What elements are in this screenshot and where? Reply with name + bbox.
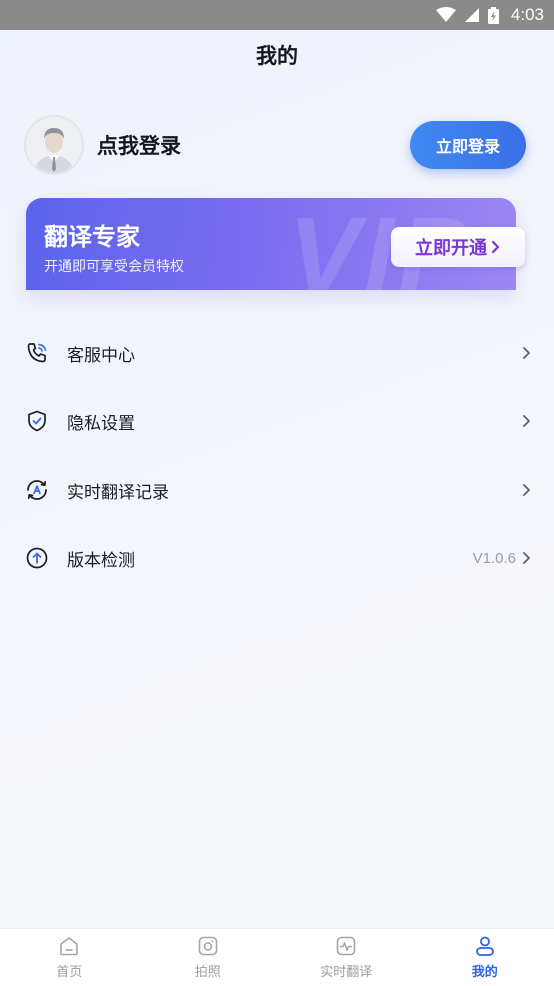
tab-home[interactable]: 首页 xyxy=(0,929,139,986)
user-icon xyxy=(475,936,494,956)
tab-mine[interactable]: 我的 xyxy=(416,929,554,986)
vip-open-label: 立即开通 xyxy=(415,238,487,258)
menu-item-label: 版本检测 xyxy=(67,550,135,571)
tab-label: 拍照 xyxy=(194,965,221,980)
chevron-right-icon xyxy=(491,240,500,254)
battery-icon xyxy=(487,6,499,24)
status-bar: 4:03 xyxy=(0,0,554,30)
vip-subtitle: 开通即可享受会员特权 xyxy=(44,259,184,275)
tab-label: 首页 xyxy=(56,965,83,980)
default-avatar-icon xyxy=(26,117,82,173)
version-number: V1.0.6 xyxy=(472,549,516,567)
menu-item-customer-service[interactable]: 客服中心 xyxy=(24,329,532,377)
chevron-right-icon xyxy=(523,484,530,496)
wifi-icon xyxy=(435,7,456,22)
shield-check-icon xyxy=(24,408,50,434)
menu-item-version-check[interactable]: 版本检测 V1.0.6 xyxy=(24,534,532,582)
chevron-right-icon xyxy=(523,415,530,427)
vip-title: 翻译专家 xyxy=(44,223,140,251)
translate-history-icon xyxy=(24,477,50,503)
page-title: 我的 xyxy=(256,44,298,68)
chevron-right-icon xyxy=(523,347,530,359)
home-icon xyxy=(60,937,79,956)
signal-icon xyxy=(464,8,479,22)
profile-section: 点我登录 立即登录 xyxy=(24,114,526,176)
chevron-right-icon xyxy=(523,552,530,564)
login-button[interactable]: 立即登录 xyxy=(410,121,526,169)
customer-service-phone-icon xyxy=(24,340,50,366)
status-time: 4:03 xyxy=(510,5,544,24)
tab-camera[interactable]: 拍照 xyxy=(139,929,278,986)
realtime-translate-icon xyxy=(336,936,356,956)
upload-arrow-circle-icon xyxy=(24,545,50,571)
vip-open-button[interactable]: 立即开通 xyxy=(391,227,525,267)
menu-item-label: 隐私设置 xyxy=(67,413,135,434)
menu-item-privacy-settings[interactable]: 隐私设置 xyxy=(24,397,532,445)
menu-item-label: 实时翻译记录 xyxy=(67,482,169,503)
tab-label: 实时翻译 xyxy=(320,965,373,980)
login-prompt[interactable]: 点我登录 xyxy=(97,130,181,160)
avatar[interactable] xyxy=(24,115,84,175)
menu-item-translation-history[interactable]: 实时翻译记录 xyxy=(24,466,532,514)
tab-label: 我的 xyxy=(471,965,498,980)
tab-realtime-translate[interactable]: 实时翻译 xyxy=(277,929,416,986)
bottom-tab-bar: 首页 拍照 实时翻译 我的 xyxy=(0,928,554,986)
camera-icon xyxy=(198,936,218,956)
menu-item-label: 客服中心 xyxy=(67,345,135,366)
